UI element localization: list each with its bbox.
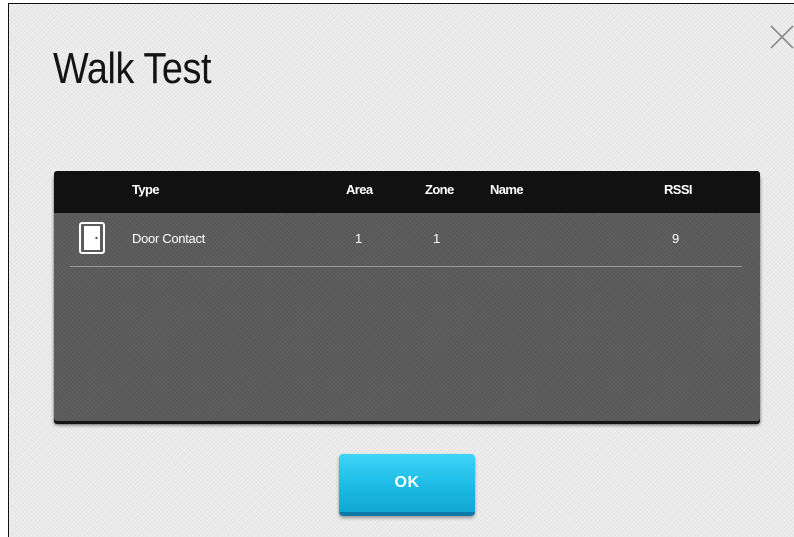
cell-zone: 1 — [433, 231, 440, 246]
cell-rssi: 9 — [672, 231, 679, 246]
column-header-area: Area — [346, 182, 373, 197]
ok-button[interactable]: OK — [339, 454, 475, 516]
column-header-name: Name — [490, 182, 524, 197]
column-header-type: Type — [132, 182, 160, 197]
table-header: Type Area Zone Name RSSI — [54, 171, 760, 213]
column-header-rssi: RSSI — [664, 182, 693, 197]
walk-test-dialog: Walk Test Type Area Zone Name RSSI Door … — [8, 3, 794, 537]
close-icon[interactable] — [767, 22, 794, 52]
cell-area: 1 — [355, 231, 362, 246]
column-header-zone: Zone — [425, 182, 454, 197]
door-icon — [79, 222, 105, 254]
dialog-title: Walk Test — [53, 44, 212, 93]
walk-test-table: Type Area Zone Name RSSI Door Contact 1 … — [54, 171, 760, 421]
table-row[interactable]: Door Contact 1 1 9 — [54, 213, 760, 267]
row-divider — [70, 266, 742, 267]
cell-type: Door Contact — [132, 231, 205, 246]
